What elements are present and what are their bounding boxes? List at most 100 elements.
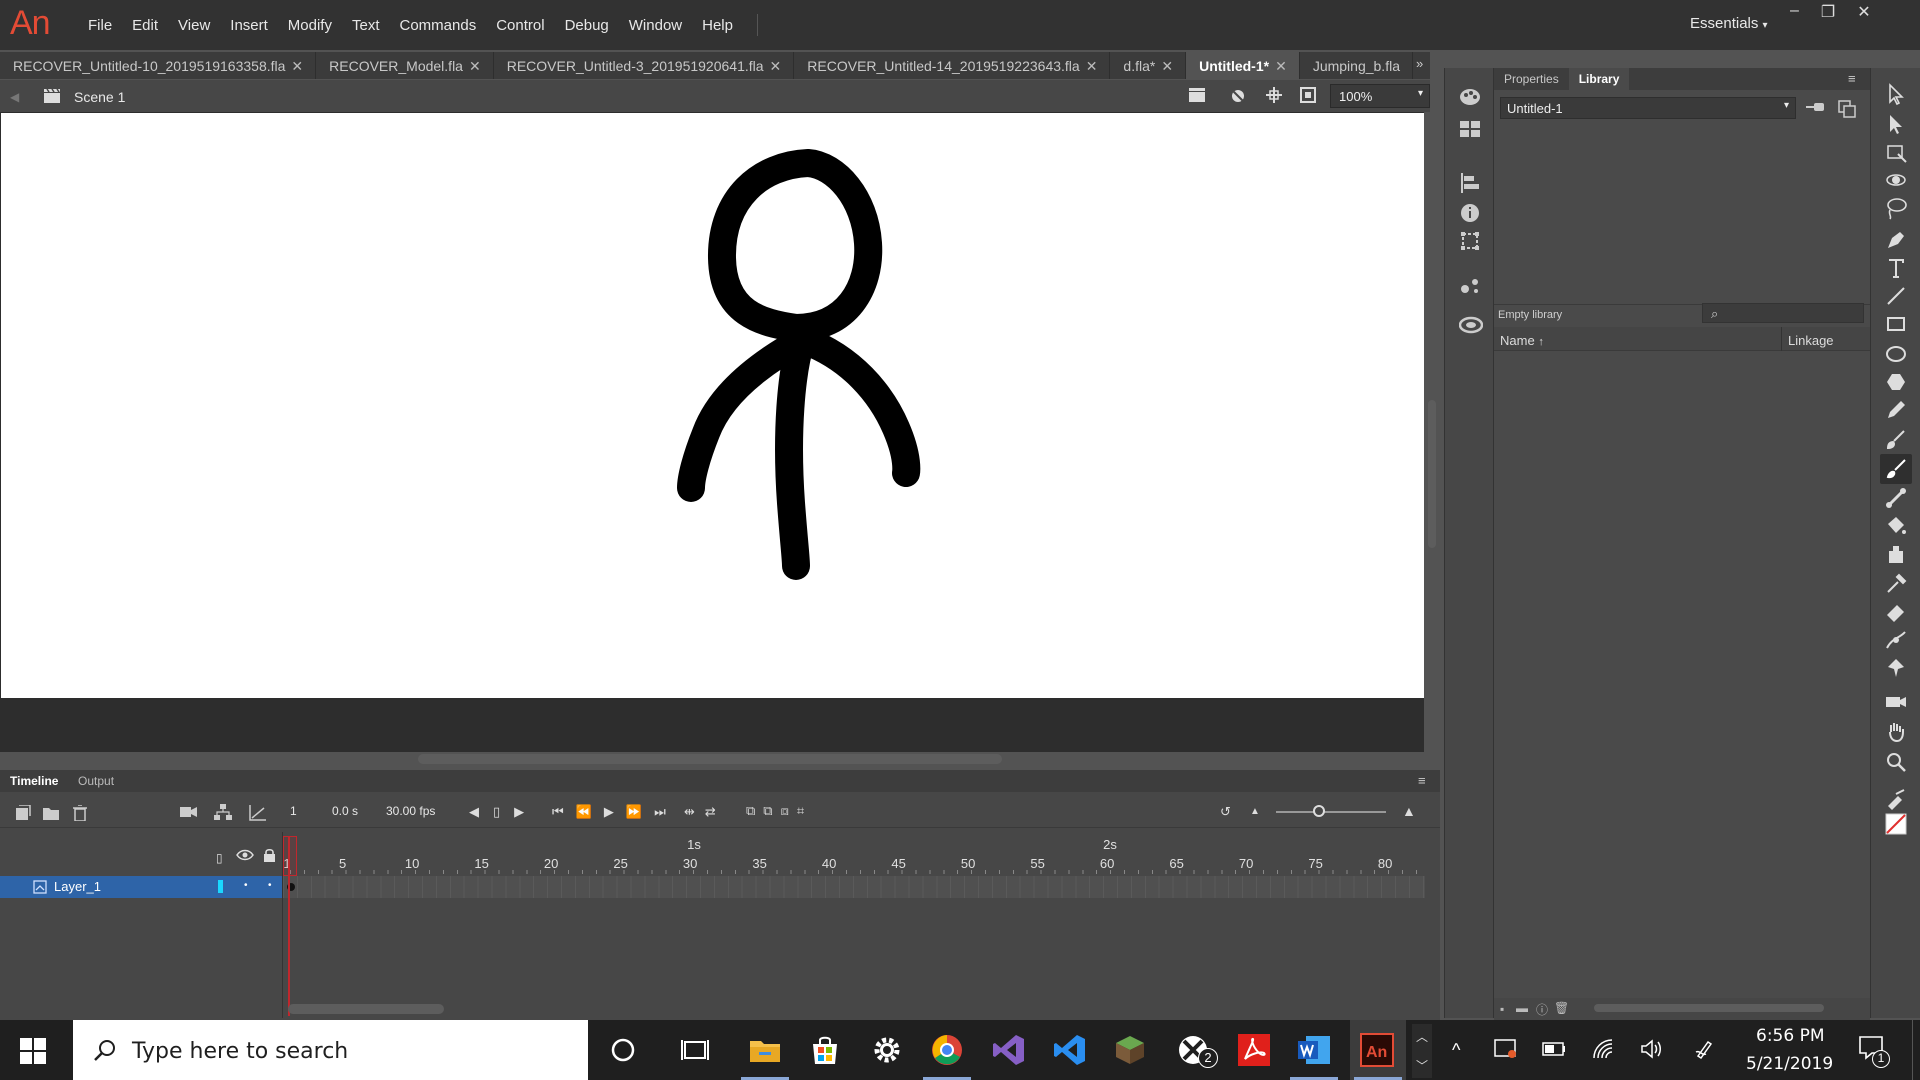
pencil-tool-icon[interactable] [1884,398,1908,422]
components-icon[interactable] [1459,274,1481,296]
frame-rate[interactable]: 30.00 fps [386,804,435,818]
pen-workspace-icon[interactable] [1694,1038,1716,1060]
graph-icon[interactable] [249,805,267,821]
chevron-up-icon[interactable]: ︿ [1412,1024,1432,1045]
brush-tool-icon[interactable] [1880,454,1912,484]
close-icon[interactable]: ✕ [469,58,481,74]
menu-debug[interactable]: Debug [555,17,619,34]
layer-name[interactable]: Layer_1 [54,879,101,894]
paint-brush-tool-icon[interactable] [1884,428,1908,452]
library-search-input[interactable]: ⌕ [1702,303,1864,323]
snap-icon[interactable] [1266,87,1282,103]
menu-file[interactable]: File [78,17,122,34]
ink-bottle-tool-icon[interactable] [1884,542,1908,566]
free-transform-tool-icon[interactable] [1884,140,1908,164]
clock-time[interactable]: 6:56 PM [1756,1026,1825,1046]
stage-canvas[interactable] [1,113,1424,698]
creative-cloud-icon[interactable] [1459,314,1483,336]
doc-tab[interactable]: Jumping_b.fla [1300,52,1413,79]
menu-edit[interactable]: Edit [122,17,168,34]
menu-insert[interactable]: Insert [220,17,278,34]
stage-vertical-scrollbar[interactable] [1428,400,1436,548]
chrome-icon[interactable] [929,1032,965,1068]
bone-tool-icon[interactable] [1884,486,1908,510]
task-view-icon[interactable] [677,1032,713,1068]
onion-skin-icon[interactable]: ⧉ [746,803,763,818]
settings-gear-icon[interactable] [869,1032,905,1068]
doc-tab[interactable]: RECOVER_Untitled-3_201951920641.fla ✕ [494,52,795,79]
text-tool-icon[interactable] [1884,256,1908,280]
polystar-tool-icon[interactable] [1884,370,1908,394]
cortana-icon[interactable] [605,1032,641,1068]
width-tool-icon[interactable] [1884,628,1908,652]
layer-color-swatch[interactable] [218,880,223,893]
loop-icon[interactable]: ⇄ [705,804,726,819]
camera-icon[interactable] [180,805,198,819]
playhead-head[interactable] [283,836,297,876]
trash-icon[interactable] [73,805,87,821]
swatches-icon[interactable] [1459,118,1481,140]
step-forward-icon[interactable]: ⏩ [626,804,654,819]
more-tabs-icon[interactable]: » [1416,56,1423,71]
pin-icon[interactable] [1806,100,1826,114]
edit-symbols-icon[interactable] [1228,86,1248,104]
layer-parenting-icon[interactable] [214,804,232,820]
tab-timeline[interactable]: Timeline [10,774,58,788]
close-icon[interactable]: ✕ [291,58,303,74]
doc-tab[interactable]: RECOVER_Untitled-14_2019519223643.fla ✕ [794,52,1111,79]
clock-date[interactable]: 5/21/2019 [1746,1054,1833,1074]
tab-output[interactable]: Output [78,774,114,788]
frames-row[interactable] [283,876,1425,898]
restore-icon[interactable]: ❐ [1821,2,1835,22]
info-icon[interactable] [1459,202,1481,224]
eye-icon[interactable] [236,849,254,861]
close-icon[interactable]: ✕ [1857,2,1870,22]
edit-multiple-frames-icon[interactable]: ⧈ [781,803,797,818]
go-to-last-icon[interactable]: ⏭ [654,804,678,819]
current-time[interactable]: 0.0 s [332,804,358,818]
wifi-icon[interactable] [1592,1038,1614,1060]
close-icon[interactable]: ✕ [770,58,782,74]
column-linkage[interactable]: Linkage [1788,333,1834,348]
new-symbol-icon[interactable]: ▪ [1500,1002,1504,1016]
play-icon[interactable]: ▶ [604,804,626,819]
properties-icon[interactable]: ⓘ [1536,1001,1548,1018]
doc-tab[interactable]: RECOVER_Model.fla ✕ [316,52,494,79]
current-frame[interactable]: 1 [290,804,297,818]
undo-icon[interactable]: ↺ [1220,804,1231,820]
center-frame-icon[interactable]: ⇹ [684,804,705,819]
menu-window[interactable]: Window [619,17,692,34]
scene-label[interactable]: Scene 1 [74,89,125,105]
camera-tool-icon[interactable] [1884,690,1908,714]
chevron-down-icon[interactable]: ﹀ [1412,1045,1432,1074]
minecraft-icon[interactable] [1112,1032,1148,1068]
close-icon[interactable]: ✕ [1275,58,1287,74]
close-icon[interactable]: ✕ [1161,58,1173,74]
outline-column-icon[interactable]: ▯ [216,851,223,865]
lasso-tool-icon[interactable] [1884,196,1908,220]
new-folder-icon[interactable] [43,806,59,820]
tab-properties[interactable]: Properties [1494,68,1569,90]
back-arrow-icon[interactable]: ◀ [10,90,19,104]
zoom-select[interactable]: 100% ▾ [1330,84,1430,108]
stage-horizontal-scrollbar[interactable] [418,754,1002,764]
tab-library[interactable]: Library [1568,68,1630,90]
acrobat-icon[interactable] [1236,1032,1272,1068]
onion-skin-outlines-icon[interactable]: ⧉ [763,803,780,818]
workspace-switcher[interactable]: Essentials ▾ [1690,15,1768,32]
menu-commands[interactable]: Commands [390,17,487,34]
3d-rotation-tool-icon[interactable] [1884,168,1908,192]
panel-menu-icon[interactable]: ≡ [1848,71,1856,86]
doc-tab[interactable]: RECOVER_Untitled-10_2019519163358.fla ✕ [0,52,317,79]
library-horizontal-scrollbar[interactable] [1594,1004,1824,1012]
menu-view[interactable]: View [168,17,220,34]
lock-icon[interactable] [263,848,276,862]
vscode-icon[interactable] [1052,1032,1088,1068]
insert-keyframe-icon[interactable]: ▯ [493,804,514,819]
edit-scene-icon[interactable] [1188,86,1208,104]
oval-tool-icon[interactable] [1884,342,1908,366]
next-keyframe-icon[interactable]: ▶ [514,804,538,819]
screen-capture-icon[interactable] [1494,1038,1518,1060]
layer-lock-dot[interactable]: • [268,880,272,891]
zoom-in-timeline-icon[interactable]: ▲ [1402,803,1416,819]
